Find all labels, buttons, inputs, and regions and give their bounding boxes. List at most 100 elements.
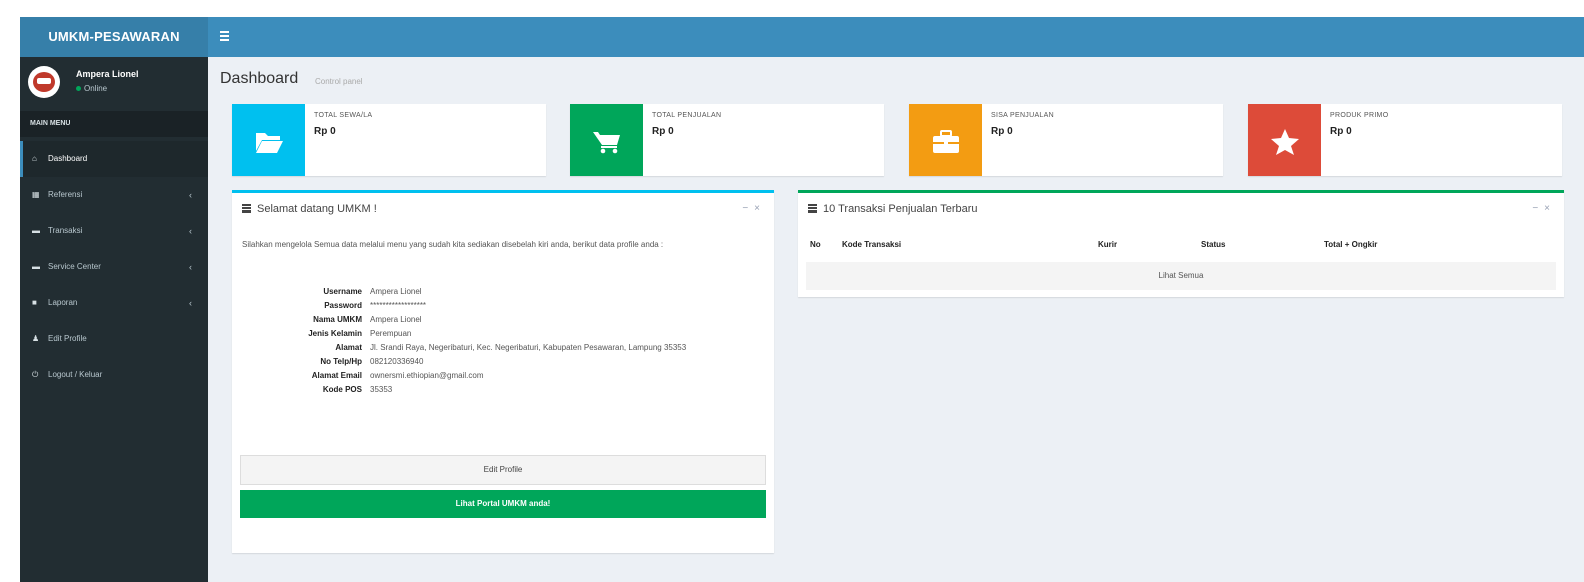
cart-icon (570, 104, 643, 176)
online-dot-icon (76, 86, 81, 92)
close-icon[interactable]: × (754, 203, 766, 214)
profile-value: ownersmi.ethiopian@gmail.com (370, 371, 484, 380)
folder-open-icon (232, 104, 305, 176)
info-box-sisa-penjualan: SISA PENJUALAN Rp 0 (909, 104, 1223, 176)
chevron-left-icon: ‹ (189, 298, 192, 308)
sidebar-item-logout[interactable]: ⏻ Logout / Keluar (20, 357, 208, 393)
collapse-icon[interactable]: − (742, 203, 754, 214)
profile-row: Username Ampera Lionel (242, 285, 762, 299)
info-box-total-penjualan: TOTAL PENJUALAN Rp 0 (570, 104, 884, 176)
hamburger-icon[interactable] (220, 29, 229, 43)
info-box-label: TOTAL PENJUALAN (652, 112, 722, 119)
sidebar-item-label: Referensi (48, 190, 83, 199)
cart-icon: ▬ (32, 262, 40, 271)
column-header: Kurir (1098, 240, 1118, 249)
box-tools: −× (1532, 203, 1556, 214)
profile-value: Ampera Lionel (370, 287, 422, 296)
column-header: Kode Transaksi (842, 240, 902, 249)
profile-label: No Telp/Hp (320, 357, 362, 366)
column-header: No (810, 240, 821, 249)
user-panel: Ampera Lionel Online (20, 57, 208, 105)
avatar (28, 66, 60, 98)
chevron-left-icon: ‹ (189, 190, 192, 200)
welcome-box-title: Selamat datang UMKM ! (242, 203, 377, 215)
briefcase-icon (909, 104, 982, 176)
profile-row: Password ****************** (242, 299, 762, 313)
sidebar-item-service-center[interactable]: ▬ Service Center ‹ (20, 249, 208, 285)
sidebar-item-label: Transaksi (48, 226, 83, 235)
profile-label: Kode POS (322, 385, 362, 394)
sidebar-menu-header: MAIN MENU (20, 111, 208, 137)
profile-label: Username (323, 287, 362, 296)
sidebar-item-label: Service Center (48, 262, 101, 271)
sidebar-item-transaksi[interactable]: ▬ Transaksi ‹ (20, 213, 208, 249)
profile-value: Perempuan (370, 329, 412, 338)
box-tools: −× (742, 203, 766, 214)
star-icon (1248, 104, 1321, 176)
profile-value: Jl. Srandi Raya, Negeribaturi, Kec. Nege… (370, 343, 687, 352)
profile-row: Jenis Kelamin Perempuan (242, 327, 762, 341)
sidebar: Ampera Lionel Online MAIN MENU ⌂ Dashboar… (20, 57, 208, 582)
sidebar-item-dashboard[interactable]: ⌂ Dashboard (20, 141, 208, 177)
book-icon: ■ (32, 298, 37, 307)
table-icon (242, 204, 251, 213)
profile-row: Alamat Email ownersmi.ethiopian@gmail.com (242, 369, 762, 383)
profile-label: Nama UMKM (313, 315, 362, 324)
table-icon (808, 204, 817, 213)
info-box-label: TOTAL SEWA/LA (314, 112, 373, 119)
profile-value: Ampera Lionel (370, 315, 422, 324)
column-header: Status (1201, 240, 1226, 249)
cart-icon: ▬ (32, 226, 40, 235)
close-icon[interactable]: × (1544, 203, 1556, 214)
profile-row: Nama UMKM Ampera Lionel (242, 313, 762, 327)
profile-label: Jenis Kelamin (308, 329, 362, 338)
sidebar-item-label: Laporan (48, 298, 78, 307)
sidebar-item-referensi[interactable]: ▦ Referensi ‹ (20, 177, 208, 213)
chevron-left-icon: ‹ (189, 262, 192, 272)
brand-logo[interactable]: UMKM-PESAWARAN (20, 17, 208, 57)
transactions-box-title: 10 Transaksi Penjualan Terbaru (808, 203, 978, 215)
transactions-box: 10 Transaksi Penjualan Terbaru −× No Kod… (798, 190, 1564, 297)
chevron-left-icon: ‹ (189, 226, 192, 236)
profile-row: Alamat Jl. Srandi Raya, Negeribaturi, Kec… (242, 341, 762, 355)
welcome-box: Selamat datang UMKM ! −× Silahkan mengel… (232, 190, 774, 553)
transactions-box-title-text: 10 Transaksi Penjualan Terbaru (823, 203, 978, 215)
user-name: Ampera Lionel (76, 69, 139, 79)
welcome-box-title-text: Selamat datang UMKM ! (257, 203, 377, 215)
info-box-value: Rp 0 (652, 126, 674, 137)
info-box-total-sewa: TOTAL SEWA/LA Rp 0 (232, 104, 546, 176)
app-window: UMKM-PESAWARAN Ampera Lionel Online MAIN… (20, 17, 1584, 582)
sidebar-item-laporan[interactable]: ■ Laporan ‹ (20, 285, 208, 321)
info-box-value: Rp 0 (991, 126, 1013, 137)
page-subtitle: Control panel (315, 77, 363, 86)
info-box-label: PRODUK PRIMO (1330, 112, 1389, 119)
top-navbar: UMKM-PESAWARAN (20, 17, 1584, 57)
profile-value: 35353 (370, 385, 393, 394)
collapse-icon[interactable]: − (1532, 203, 1544, 214)
edit-profile-button[interactable]: Edit Profile (240, 455, 766, 485)
info-box-produk-primo: PRODUK PRIMO Rp 0 (1248, 104, 1562, 176)
sidebar-item-edit-profile[interactable]: ♟ Edit Profile (20, 321, 208, 357)
view-portal-button[interactable]: Lihat Portal UMKM anda! (240, 490, 766, 518)
profile-value: ****************** (370, 301, 427, 310)
welcome-text: Silahkan mengelola Semua data melalui me… (242, 240, 664, 249)
user-icon: ♟ (32, 334, 40, 343)
profile-row: No Telp/Hp 082120336940 (242, 355, 762, 369)
column-header: Total + Ongkir (1324, 240, 1378, 249)
view-all-link[interactable]: Lihat Semua (806, 262, 1556, 290)
power-icon: ⏻ (32, 370, 39, 379)
info-box-label: SISA PENJUALAN (991, 112, 1054, 119)
info-box-value: Rp 0 (1330, 126, 1352, 137)
grid-icon: ▦ (32, 190, 40, 199)
page-title: Dashboard (220, 70, 299, 87)
profile-details: Username Ampera Lionel Password **********… (242, 285, 762, 397)
sidebar-item-label: Logout / Keluar (48, 370, 103, 379)
user-status-label: Online (84, 84, 108, 93)
sidebar-menu: ⌂ Dashboard ▦ Referensi ‹ ▬ Transaksi ‹ ▬ Se… (20, 141, 208, 393)
profile-label: Alamat Email (311, 371, 362, 380)
profile-row: Kode POS 35353 (242, 383, 762, 397)
home-icon: ⌂ (32, 154, 37, 163)
profile-value: 082120336940 (370, 357, 424, 366)
profile-label: Alamat (335, 343, 362, 352)
user-status: Online (76, 84, 107, 93)
